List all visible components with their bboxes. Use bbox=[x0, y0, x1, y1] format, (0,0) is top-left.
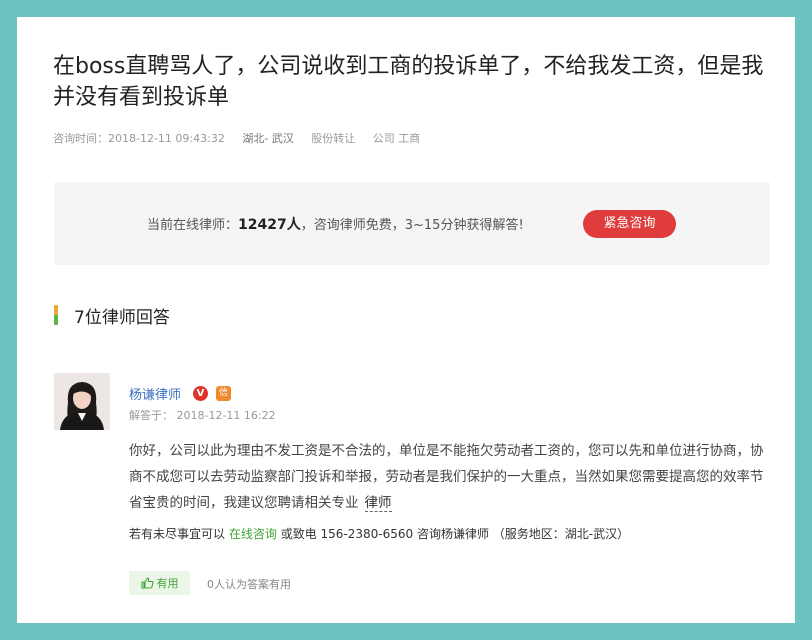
contact-line: 若有未尽事宜可以 在线咨询 或致电 156-2380-6560 咨询杨谦律师 （… bbox=[129, 525, 629, 542]
answers-header: 7位律师回答 bbox=[54, 305, 170, 328]
question-card: 在boss直聘骂人了，公司说收到工商的投诉单了，不给我发工资，但是我并没有看到投… bbox=[17, 17, 795, 623]
online-lawyers-banner: 当前在线律师：12427人，咨询律师免费，3~15分钟获得解答! 紧急咨询 bbox=[54, 182, 770, 265]
question-title: 在boss直聘骂人了，公司说收到工商的投诉单了，不给我发工资，但是我并没有看到投… bbox=[53, 54, 764, 110]
section-marker bbox=[54, 305, 58, 325]
online-consult-link[interactable]: 在线咨询 bbox=[229, 527, 277, 541]
useful-label: 有用 bbox=[156, 577, 179, 590]
online-lawyer-count: 12427人 bbox=[238, 217, 301, 233]
contact-details: 或致电 156-2380-6560 咨询杨谦律师 （服务地区：湖北-武汉） bbox=[280, 527, 630, 541]
xin-badge-icon: 信 bbox=[216, 386, 231, 401]
contact-prefix: 若有未尽事宜可以 bbox=[129, 527, 226, 541]
answer-text: 你好，公司以此为理由不发工资是不合法的，单位是不能拖欠劳动者工资的，您可以先和单… bbox=[129, 443, 764, 511]
question-tag[interactable]: 股份转让 bbox=[311, 132, 355, 145]
question-tag[interactable]: 公司 工商 bbox=[373, 132, 421, 145]
banner-suffix: ，咨询律师免费，3~15分钟获得解答! bbox=[300, 218, 524, 233]
banner-prefix: 当前在线律师： bbox=[147, 218, 239, 233]
lawyer-name-link[interactable]: 杨谦律师 bbox=[129, 384, 181, 403]
time-label: 咨询时间： bbox=[53, 132, 108, 145]
answers-title: 7位律师回答 bbox=[74, 307, 170, 328]
answer-body: 你好，公司以此为理由不发工资是不合法的，单位是不能拖欠劳动者工资的，您可以先和单… bbox=[129, 438, 765, 516]
thumbs-up-icon bbox=[140, 577, 154, 589]
v-badge-icon: V bbox=[193, 386, 208, 401]
time-value: 2018-12-11 09:43:32 bbox=[108, 132, 225, 145]
question-time: 咨询时间：2018-12-11 09:43:32 bbox=[53, 132, 225, 145]
lawyer-keyword-link[interactable]: 律师 bbox=[364, 495, 392, 512]
answer-time: 解答于： 2018-12-11 16:22 bbox=[129, 407, 276, 423]
banner-text: 当前在线律师：12427人，咨询律师免费，3~15分钟获得解答! bbox=[147, 214, 524, 234]
urgent-consult-button[interactable]: 紧急咨询 bbox=[583, 210, 676, 238]
useful-count: 0人认为答案有用 bbox=[207, 578, 291, 591]
answered-time: 2018-12-11 16:22 bbox=[176, 409, 276, 422]
question-meta: 咨询时间：2018-12-11 09:43:32 湖北- 武汉 股份转让 公司 … bbox=[53, 130, 434, 146]
answered-label: 解答于： bbox=[129, 409, 173, 422]
useful-button[interactable]: 有用 bbox=[129, 571, 190, 595]
question-location[interactable]: 湖北- 武汉 bbox=[242, 132, 293, 145]
lawyer-avatar[interactable] bbox=[54, 373, 110, 430]
